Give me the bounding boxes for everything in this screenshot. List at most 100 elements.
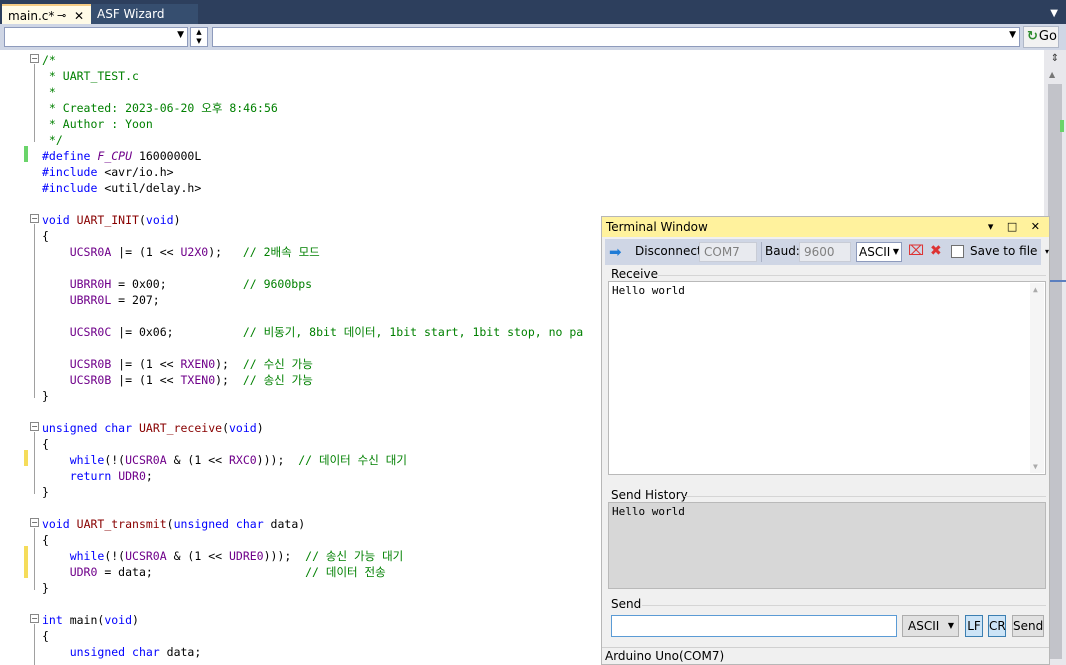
code-line[interactable]: int main(void) bbox=[42, 612, 139, 628]
code-line[interactable]: */ bbox=[42, 132, 63, 148]
window-buttons[interactable]: ▾ □ ✕ bbox=[988, 217, 1045, 237]
code-line[interactable]: * bbox=[42, 84, 56, 100]
tab-overflow-icon[interactable]: ▼ bbox=[1050, 8, 1058, 19]
code-line[interactable]: * Created: 2023-06-20 오후 8:46:56 bbox=[42, 100, 278, 116]
code-line[interactable]: return UDR0; bbox=[42, 468, 153, 484]
lf-toggle[interactable]: LF bbox=[965, 615, 983, 637]
baud-label: Baud: bbox=[765, 244, 800, 258]
code-line[interactable]: UCSR0B |= (1 << TXEN0); // 송신 가능 bbox=[42, 372, 313, 388]
split-handle-icon[interactable]: ⇕ bbox=[1047, 53, 1063, 65]
code-line[interactable]: #include <util/delay.h> bbox=[42, 180, 201, 196]
fold-guide bbox=[34, 432, 35, 494]
code-line[interactable]: * Author : Yoon bbox=[42, 116, 153, 132]
go-button[interactable]: ↻Go bbox=[1023, 26, 1059, 48]
change-marker-unsaved bbox=[24, 450, 28, 466]
code-line[interactable]: while(!(UCSR0A & (1 << UDRE0))); // 송신 가… bbox=[42, 548, 404, 564]
fold-toggle[interactable]: − bbox=[30, 518, 39, 527]
toolbar-separator bbox=[761, 242, 762, 262]
send-encoding-value: ASCII bbox=[908, 619, 940, 633]
fold-guide bbox=[34, 224, 35, 398]
terminal-status: Arduino Uno(COM7) bbox=[602, 647, 1049, 664]
terminal-window: Terminal Window ▾ □ ✕ ➡ Disconnect COM7 … bbox=[601, 216, 1050, 665]
code-line[interactable]: #include <avr/io.h> bbox=[42, 164, 174, 180]
fold-toggle[interactable]: − bbox=[30, 614, 39, 623]
group-divider bbox=[658, 275, 1046, 276]
receive-scrollbar[interactable]: ▲ ▼ bbox=[1030, 283, 1044, 473]
go-arrow-icon: ↻ bbox=[1027, 29, 1038, 44]
scrollbar-change-mark bbox=[1060, 120, 1064, 132]
disconnect-button[interactable]: Disconnect bbox=[635, 244, 702, 258]
send-history-text: Hello world bbox=[612, 505, 685, 518]
code-line[interactable]: } bbox=[42, 388, 49, 404]
code-line[interactable]: UCSR0C |= 0x06; // 비동기, 8bit 데이터, 1bit s… bbox=[42, 324, 584, 340]
chevron-down-icon: ▼ bbox=[1009, 30, 1016, 40]
fold-guide bbox=[34, 624, 35, 665]
fold-toggle[interactable]: − bbox=[30, 214, 39, 223]
code-line[interactable]: UBRR0L = 207; bbox=[42, 292, 160, 308]
chevron-down-icon: ▼ bbox=[177, 30, 184, 40]
scroll-up-icon[interactable]: ▲ bbox=[1049, 70, 1055, 79]
change-marker-saved bbox=[24, 146, 28, 162]
port-field: COM7 bbox=[699, 242, 757, 262]
code-line[interactable]: { bbox=[42, 436, 49, 452]
fold-toggle[interactable]: − bbox=[30, 422, 39, 431]
clear-all-icon[interactable]: ✖ bbox=[930, 243, 942, 259]
receive-label: Receive bbox=[611, 267, 658, 281]
chevron-down-icon: ▼ bbox=[892, 247, 899, 256]
send-button[interactable]: Send bbox=[1012, 615, 1044, 637]
send-history-textarea[interactable]: Hello world bbox=[608, 502, 1046, 589]
code-line[interactable]: { bbox=[42, 628, 49, 644]
scroll-down-icon[interactable]: ▼ bbox=[1033, 462, 1038, 471]
code-line[interactable]: UDR0 = data; // 데이터 전송 bbox=[42, 564, 386, 580]
send-encoding-dropdown[interactable]: ASCII ▼ bbox=[902, 615, 959, 637]
code-line[interactable]: UBRR0H = 0x00; // 9600bps bbox=[42, 276, 312, 292]
send-input[interactable] bbox=[611, 615, 897, 637]
tab-main-c[interactable]: main.c* ⊸ ✕ bbox=[2, 4, 91, 24]
code-line[interactable]: void UART_INIT(void) bbox=[42, 212, 181, 228]
send-label: Send bbox=[611, 597, 642, 611]
code-line[interactable]: while(!(UCSR0A & (1 << RXC0))); // 데이터 수… bbox=[42, 452, 407, 468]
navigation-bar: ▼ ▲ ▼ ▼ ↻Go bbox=[0, 24, 1066, 50]
fold-guide bbox=[34, 64, 35, 142]
code-line[interactable]: /* bbox=[42, 52, 56, 68]
save-to-file-checkbox[interactable] bbox=[951, 245, 964, 258]
tab-asf-wizard[interactable]: ASF Wizard bbox=[91, 4, 198, 24]
code-line[interactable]: } bbox=[42, 484, 49, 500]
clear-receive-icon[interactable]: ⌧ bbox=[908, 243, 924, 259]
fold-toggle[interactable]: − bbox=[30, 54, 39, 63]
toolbar-overflow-icon[interactable]: ▾ bbox=[1045, 247, 1049, 256]
code-line[interactable]: UCSR0B |= (1 << RXEN0); // 수신 가능 bbox=[42, 356, 313, 372]
save-to-file-label: Save to file bbox=[970, 244, 1038, 258]
cr-toggle[interactable]: CR bbox=[988, 615, 1006, 637]
member-dropdown[interactable]: ▼ bbox=[212, 27, 1020, 47]
fold-guide bbox=[34, 528, 35, 590]
code-line[interactable]: UCSR0A |= (1 << U2X0); // 2배속 모드 bbox=[42, 244, 320, 260]
scope-spinner[interactable]: ▲ ▼ bbox=[190, 27, 208, 47]
scope-dropdown[interactable]: ▼ bbox=[4, 27, 188, 47]
connect-arrow-icon[interactable]: ➡ bbox=[609, 243, 622, 261]
code-line[interactable]: { bbox=[42, 228, 49, 244]
code-line[interactable]: unsigned char data; bbox=[42, 644, 202, 660]
code-line[interactable]: { bbox=[42, 532, 49, 548]
close-icon[interactable]: ✕ bbox=[74, 6, 84, 26]
encoding-value: ASCII bbox=[859, 245, 891, 259]
pin-icon[interactable]: ⊸ bbox=[57, 6, 66, 26]
terminal-title: Terminal Window bbox=[606, 220, 708, 234]
code-line[interactable]: void UART_transmit(unsigned char data) bbox=[42, 516, 305, 532]
code-line[interactable]: } bbox=[42, 580, 49, 596]
group-divider bbox=[642, 605, 1046, 606]
scroll-up-icon[interactable]: ▲ bbox=[1033, 285, 1038, 294]
send-history-label: Send History bbox=[611, 488, 688, 502]
receive-textarea[interactable]: Hello world ▲ ▼ bbox=[608, 281, 1046, 475]
go-label: Go bbox=[1038, 29, 1057, 44]
terminal-title-bar[interactable]: Terminal Window ▾ □ ✕ bbox=[602, 217, 1049, 237]
code-line[interactable]: * UART_TEST.c bbox=[42, 68, 139, 84]
code-line[interactable]: #define F_CPU 16000000L bbox=[42, 148, 201, 164]
group-divider bbox=[684, 496, 1046, 497]
tab-label: main.c* bbox=[8, 9, 55, 23]
caret-line-marker bbox=[1050, 280, 1066, 282]
chevron-down-icon: ▼ bbox=[947, 621, 954, 630]
encoding-dropdown[interactable]: ASCII ▼ bbox=[856, 242, 902, 262]
code-line[interactable]: unsigned char UART_receive(void) bbox=[42, 420, 264, 436]
scrollbar-thumb[interactable] bbox=[1048, 84, 1062, 659]
